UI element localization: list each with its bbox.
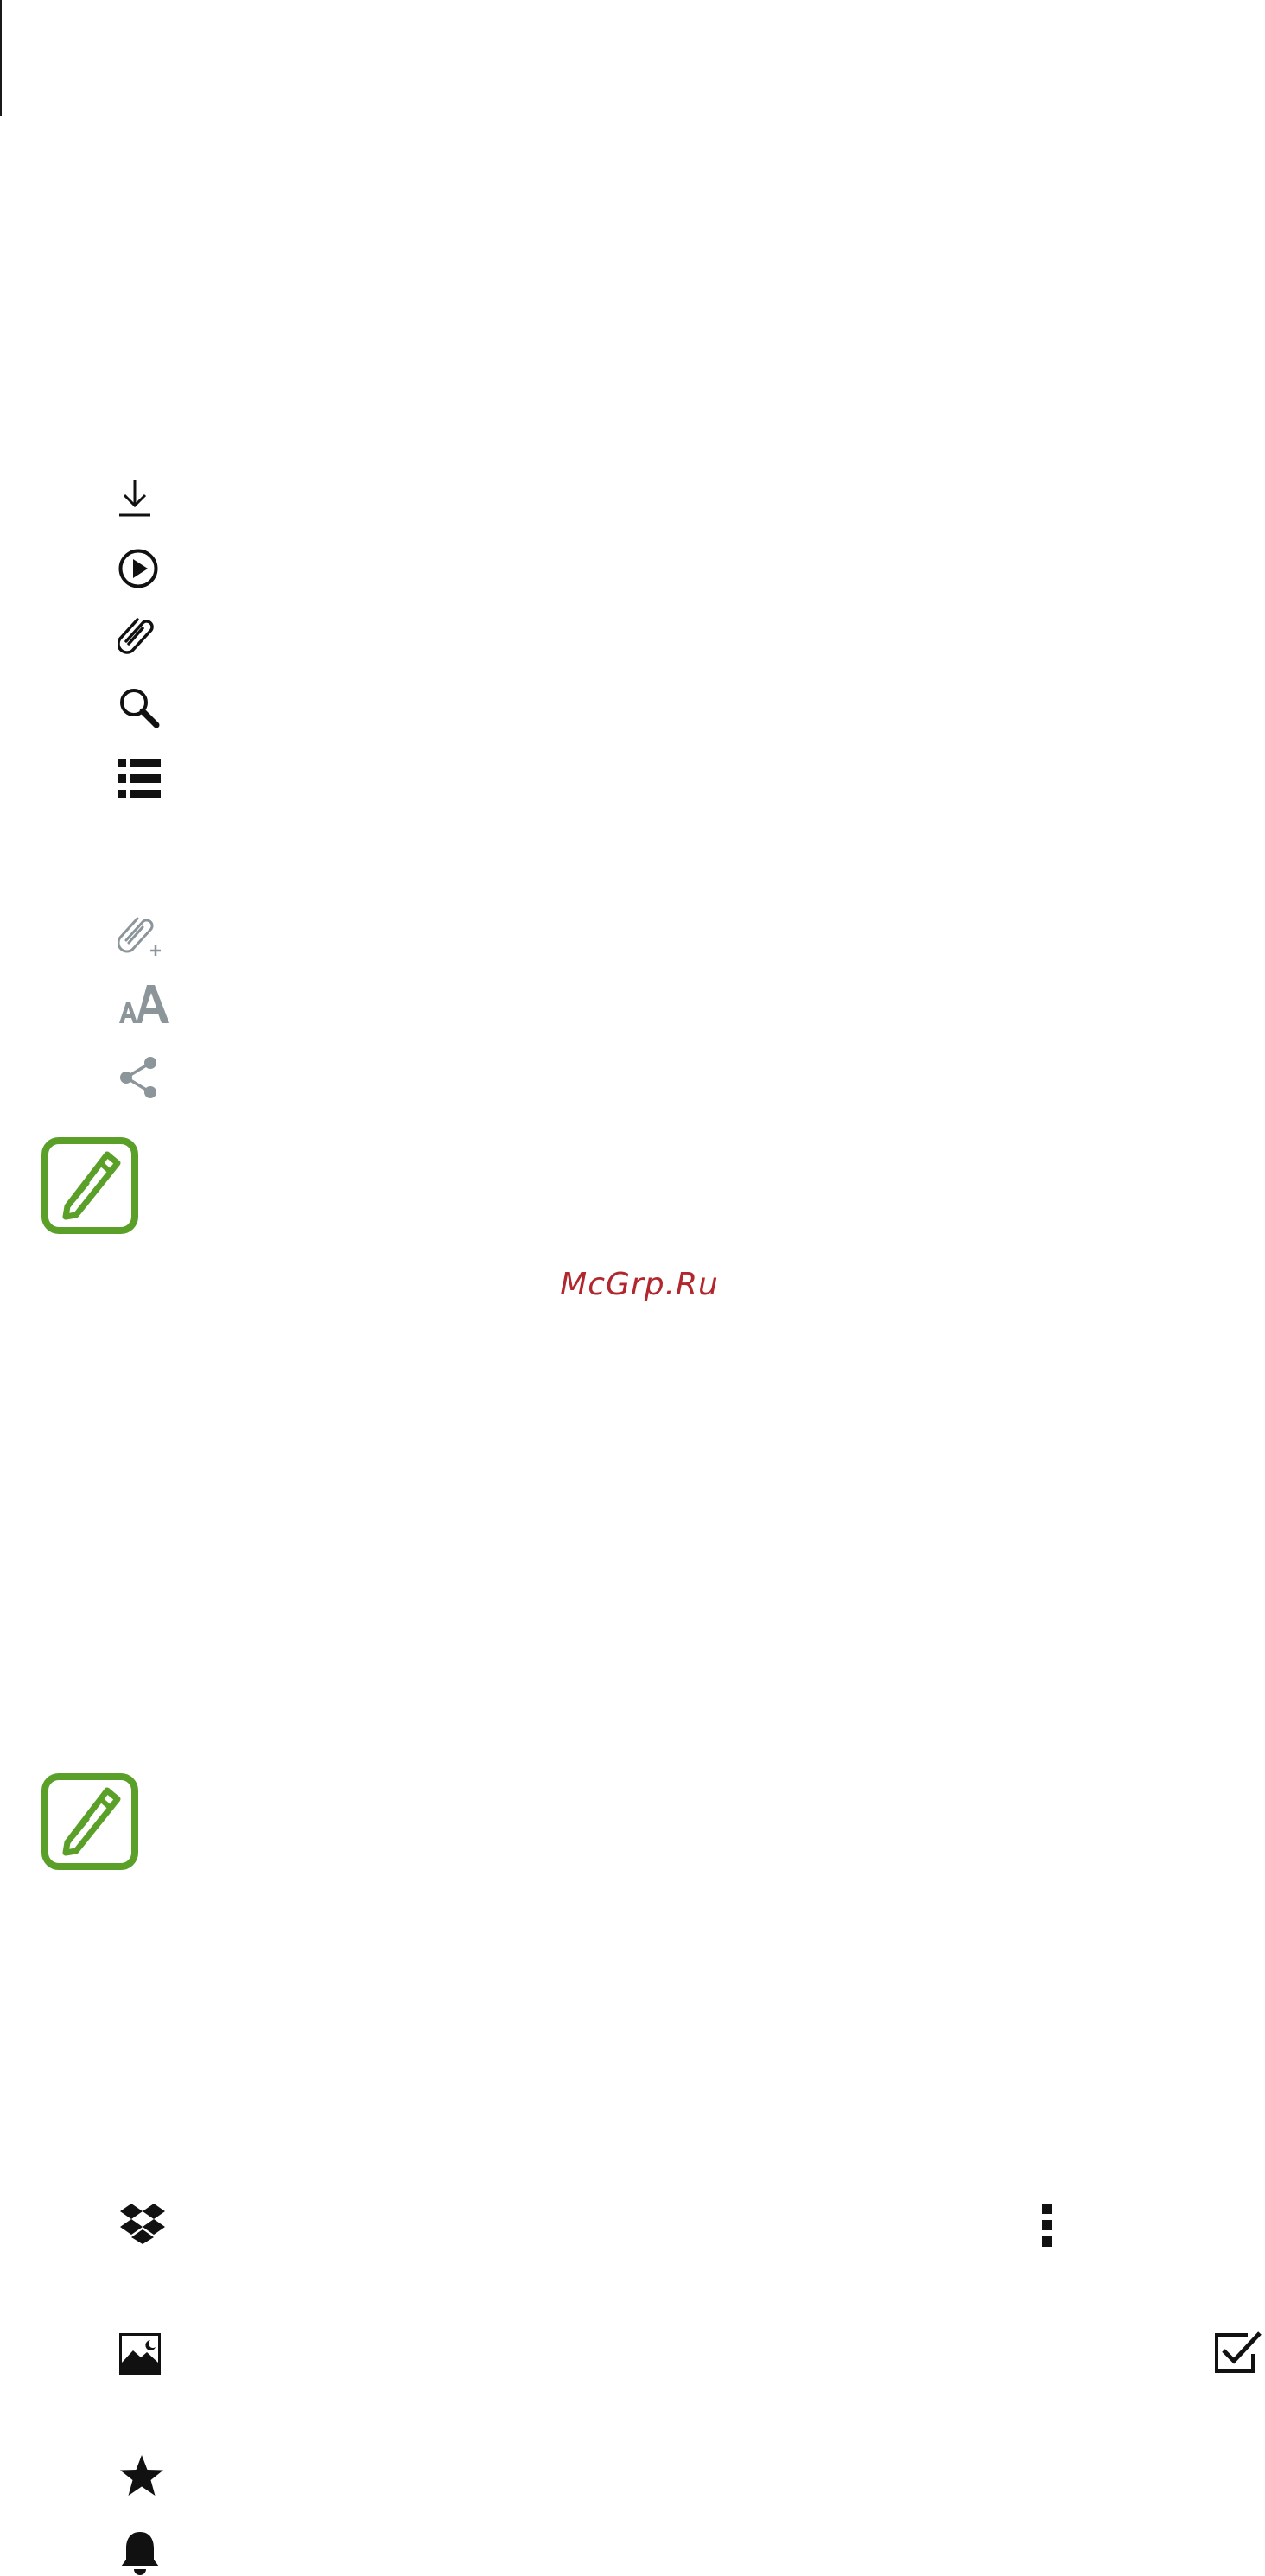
note-pencil-icon xyxy=(41,1137,138,1234)
more-options-icon xyxy=(1040,2204,1054,2247)
watermark-text: McGrp.Ru xyxy=(560,1267,719,1302)
dropbox-icon xyxy=(119,2202,166,2245)
search-icon xyxy=(118,686,161,729)
font-size-icon xyxy=(118,983,171,1025)
download-icon xyxy=(118,479,152,518)
page-edge-line xyxy=(0,0,2,116)
image-icon xyxy=(119,2333,161,2375)
star-icon xyxy=(119,2454,164,2497)
checkbox-checked-icon xyxy=(1213,2330,1263,2375)
play-circle-icon xyxy=(118,548,159,589)
share-icon xyxy=(118,1056,159,1099)
note-pencil-icon xyxy=(41,1773,138,1870)
bell-icon xyxy=(119,2530,161,2576)
list-view-icon xyxy=(118,759,161,798)
attach-add-icon xyxy=(118,914,162,957)
attach-icon xyxy=(118,615,157,657)
